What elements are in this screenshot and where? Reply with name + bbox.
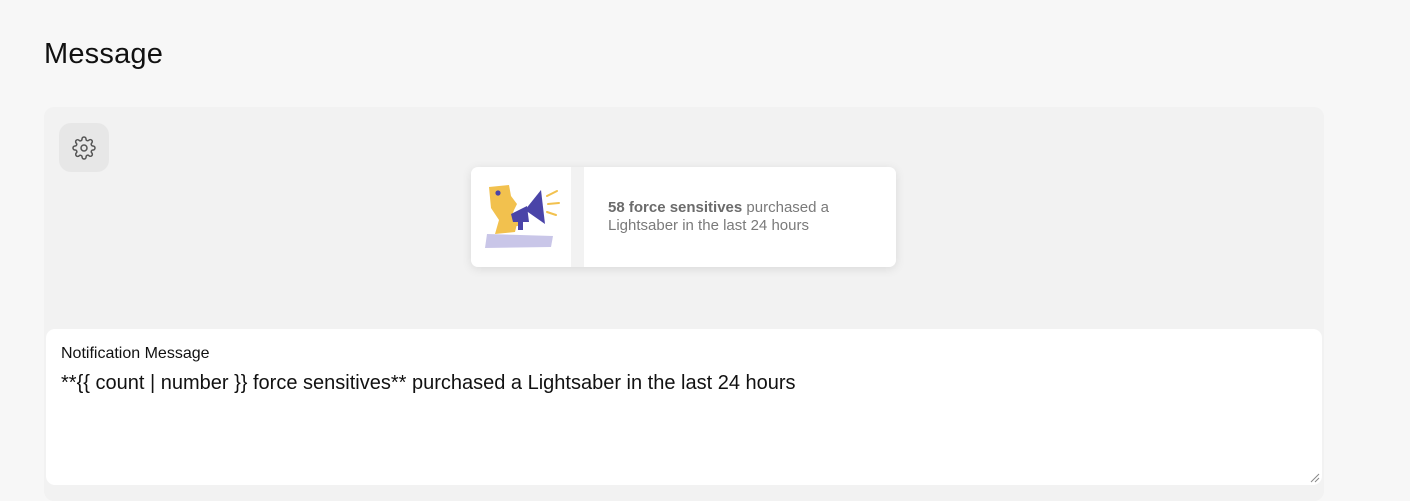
megaphone-person-illustration bbox=[485, 185, 560, 248]
notification-message-label: Notification Message bbox=[61, 345, 210, 362]
notification-image bbox=[471, 167, 571, 267]
gear-icon bbox=[72, 135, 96, 160]
page-title: Message bbox=[44, 38, 164, 70]
settings-button[interactable] bbox=[59, 123, 109, 172]
resize-handle-icon[interactable] bbox=[1310, 473, 1320, 483]
notification-bold-text: 58 force sensitives bbox=[608, 199, 743, 216]
notification-message-input[interactable]: **{{ count | number }} force sensitives*… bbox=[61, 371, 1307, 471]
notification-card: 58 force sensitives purchased a Lightsab… bbox=[471, 167, 896, 267]
notification-text: 58 force sensitives purchased a Lightsab… bbox=[584, 167, 896, 267]
notification-message-field: Notification Message **{{ count | number… bbox=[46, 329, 1322, 485]
card-divider bbox=[571, 167, 584, 267]
